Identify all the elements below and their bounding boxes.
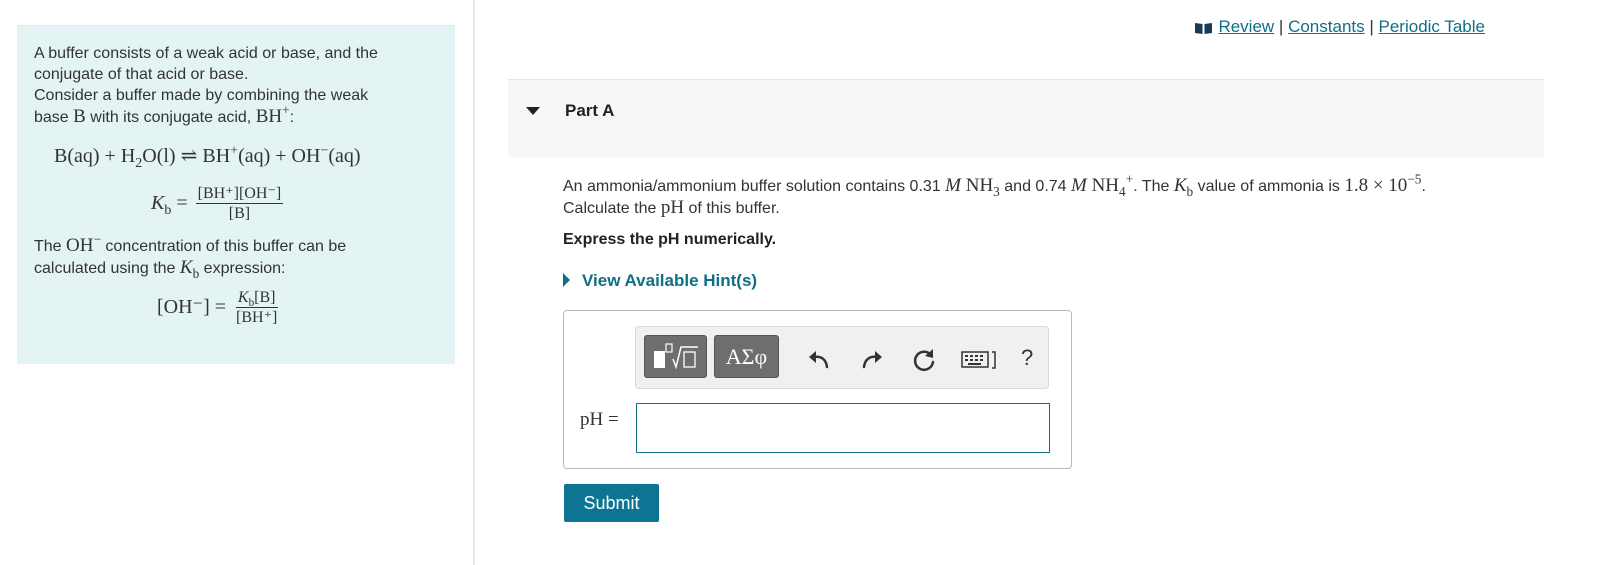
help-icon[interactable]: ? — [1021, 345, 1041, 371]
reaction-equation: B(aq) + H2O(l) ⇌ BH+(aq) + OH−(aq) — [54, 143, 361, 171]
column-divider — [473, 0, 475, 565]
math-toolbar: ΑΣφ ? — [635, 326, 1049, 389]
ph-answer-input[interactable] — [636, 403, 1050, 453]
collapse-caret-icon[interactable] — [526, 107, 540, 115]
redo-icon[interactable] — [859, 347, 885, 373]
oh-expression: [OH⁻] = Kb[B] [BH⁺] — [157, 289, 278, 326]
templates-icon — [653, 342, 698, 370]
part-title: Part A — [565, 101, 615, 120]
oh-explanation: The OH− concentration of this buffer can… — [34, 231, 347, 281]
answer-box: ΑΣφ ? pH = — [563, 310, 1072, 469]
reset-icon[interactable] — [911, 347, 937, 373]
kb-expression: Kb = [BH⁺][OH⁻] [B] — [151, 185, 284, 222]
periodic-table-link[interactable]: Periodic Table — [1379, 17, 1485, 36]
ph-label: pH = — [580, 409, 619, 430]
templates-button[interactable] — [644, 335, 707, 378]
question-text: An ammonia/ammonium buffer solution cont… — [563, 171, 1426, 218]
part-header[interactable]: Part A — [508, 79, 1544, 157]
keyboard-icon[interactable] — [961, 349, 997, 371]
constants-link[interactable]: Constants — [1288, 17, 1365, 36]
intro-text: A buffer consists of a weak acid or base… — [34, 45, 378, 127]
info-panel: A buffer consists of a weak acid or base… — [17, 25, 455, 364]
expand-caret-icon — [563, 273, 570, 287]
view-hints-toggle[interactable]: View Available Hint(s) — [563, 271, 757, 291]
review-link[interactable]: Review — [1195, 17, 1274, 36]
submit-button[interactable]: Submit — [564, 484, 659, 522]
undo-icon[interactable] — [806, 347, 832, 373]
symbols-button[interactable]: ΑΣφ — [714, 335, 779, 378]
book-icon — [1195, 23, 1213, 34]
instruction-text: Express the pH numerically. — [563, 231, 777, 248]
resource-links: Review | Constants | Periodic Table — [1195, 17, 1485, 37]
